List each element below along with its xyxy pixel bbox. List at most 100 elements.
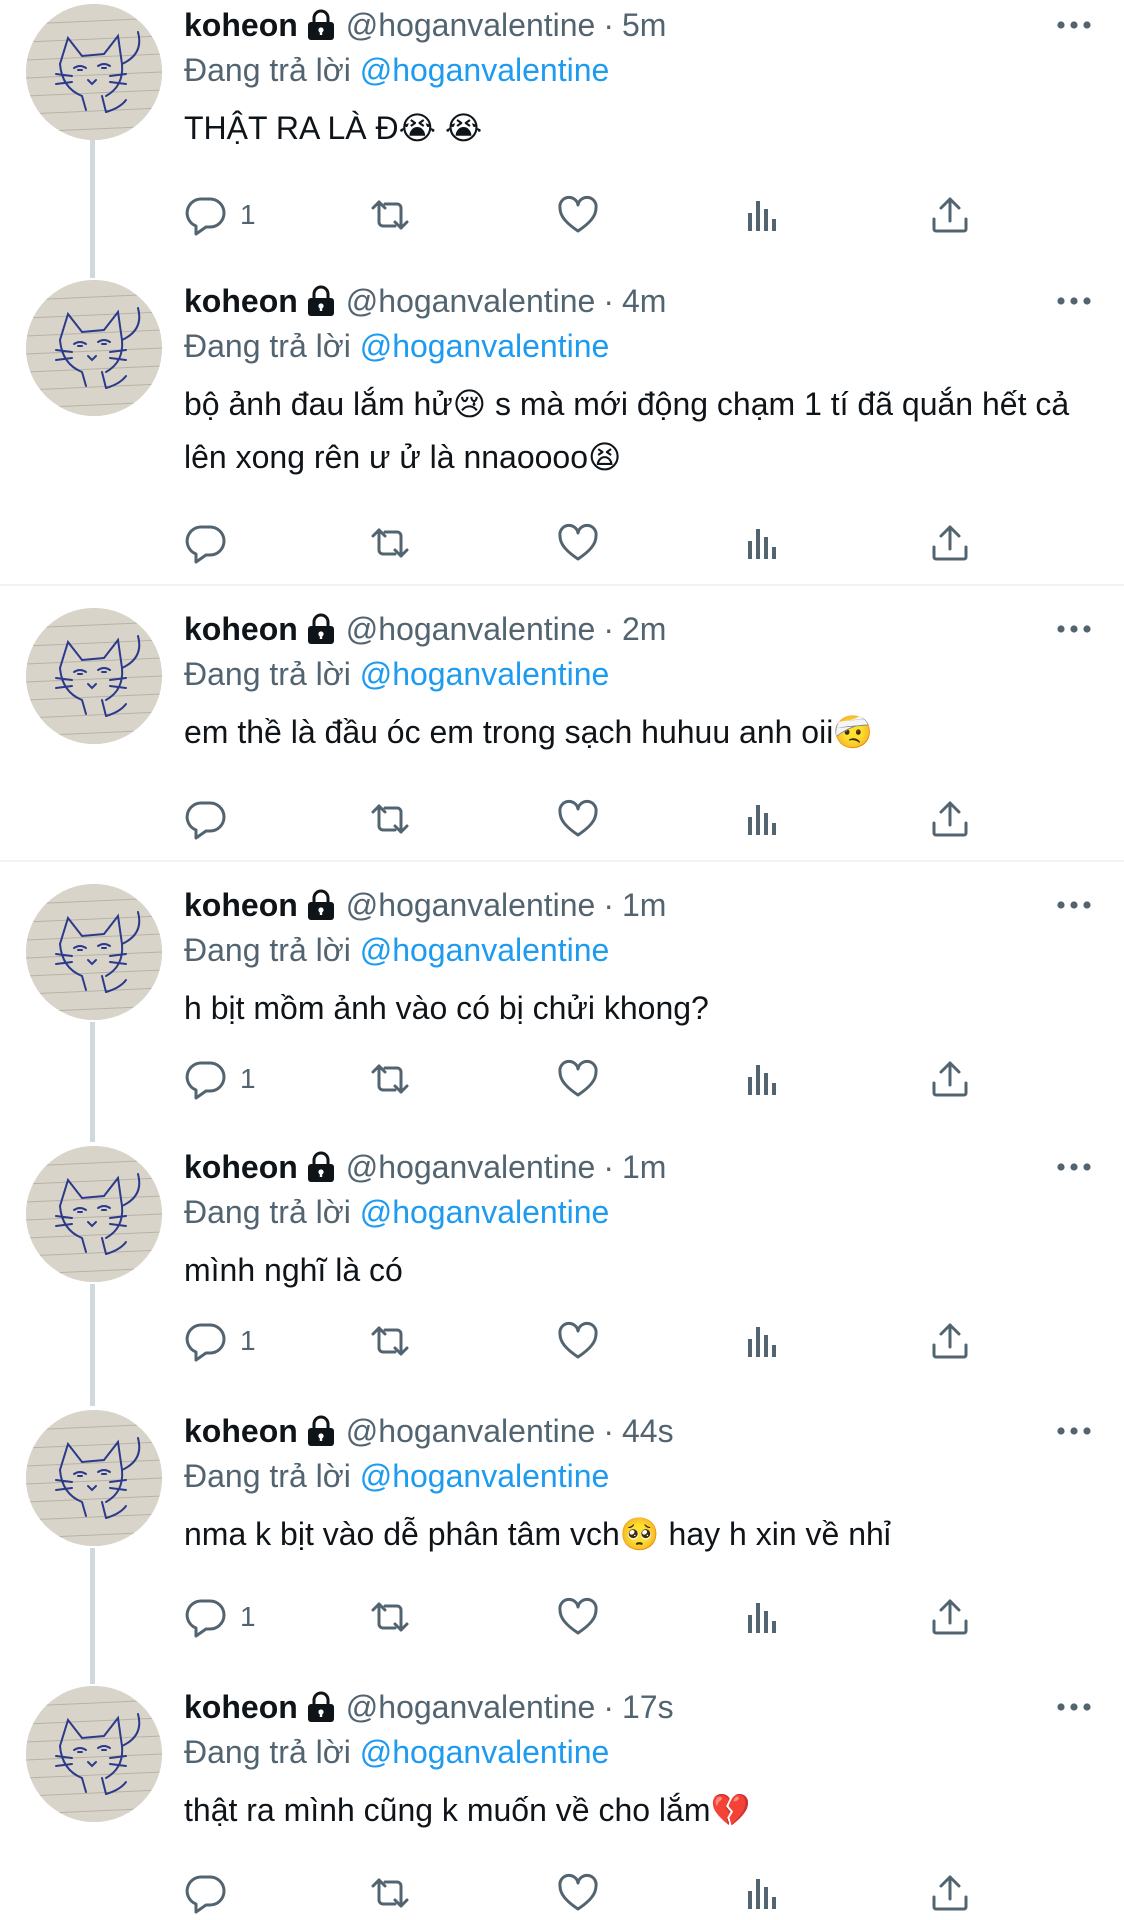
share-icon xyxy=(928,1871,972,1915)
reply-button[interactable]: 1 xyxy=(184,1592,256,1642)
author-name[interactable]: koheon xyxy=(184,1149,298,1186)
retweet-button[interactable] xyxy=(368,1316,412,1366)
reply-button[interactable] xyxy=(184,794,240,844)
reply-mention-link[interactable]: @hoganvalentine xyxy=(360,656,610,692)
avatar[interactable] xyxy=(26,4,162,140)
author-handle[interactable]: @hoganvalentine xyxy=(346,1689,596,1726)
retweet-icon xyxy=(368,1595,412,1639)
retweet-button[interactable] xyxy=(368,518,412,568)
retweet-button[interactable] xyxy=(368,190,412,240)
author-name[interactable]: koheon xyxy=(184,1689,298,1726)
cat-doodle-avatar-icon xyxy=(26,280,162,416)
separator-dot: · xyxy=(603,1412,614,1449)
like-button[interactable] xyxy=(556,190,600,240)
reply-button[interactable]: 1 xyxy=(184,190,256,240)
more-icon[interactable] xyxy=(1054,1692,1094,1722)
more-icon[interactable] xyxy=(1054,890,1094,920)
views-button[interactable] xyxy=(742,518,786,568)
tweet-header: koheon @hoganvalentine · 2m xyxy=(184,606,1094,652)
reply-mention-link[interactable]: @hoganvalentine xyxy=(360,1458,610,1494)
tweet-time[interactable]: 1m xyxy=(622,1149,666,1186)
reply-button[interactable]: 1 xyxy=(184,1054,256,1104)
share-button[interactable] xyxy=(928,518,972,568)
reply-mention-link[interactable]: @hoganvalentine xyxy=(360,1194,610,1230)
avatar[interactable] xyxy=(26,884,162,1020)
tweet-time[interactable]: 17s xyxy=(622,1689,674,1726)
views-button[interactable] xyxy=(742,1592,786,1642)
reply-button[interactable] xyxy=(184,1868,240,1918)
separator-dot: · xyxy=(603,886,614,923)
lock-icon xyxy=(306,1151,336,1183)
cat-doodle-avatar-icon xyxy=(26,608,162,744)
share-button[interactable] xyxy=(928,1054,972,1104)
reply-mention-link[interactable]: @hoganvalentine xyxy=(360,1734,610,1770)
views-button[interactable] xyxy=(742,1054,786,1104)
views-button[interactable] xyxy=(742,794,786,844)
retweet-icon xyxy=(368,1871,412,1915)
author-handle[interactable]: @hoganvalentine xyxy=(346,1149,596,1186)
share-icon xyxy=(928,1595,972,1639)
views-button[interactable] xyxy=(742,190,786,240)
more-icon[interactable] xyxy=(1054,286,1094,316)
author-handle[interactable]: @hoganvalentine xyxy=(346,283,596,320)
like-button[interactable] xyxy=(556,1868,600,1918)
reply-mention-link[interactable]: @hoganvalentine xyxy=(360,328,610,364)
author-name[interactable]: koheon xyxy=(184,1413,298,1450)
avatar[interactable] xyxy=(26,280,162,416)
avatar[interactable] xyxy=(26,1410,162,1546)
tweet-time[interactable]: 2m xyxy=(622,611,666,648)
more-icon[interactable] xyxy=(1054,1152,1094,1182)
more-icon[interactable] xyxy=(1054,614,1094,644)
author-handle[interactable]: @hoganvalentine xyxy=(346,1413,596,1450)
share-button[interactable] xyxy=(928,1316,972,1366)
tweet-actions: 1 xyxy=(184,1592,984,1642)
like-button[interactable] xyxy=(556,1316,600,1366)
avatar[interactable] xyxy=(26,1146,162,1282)
tweet-time[interactable]: 44s xyxy=(622,1413,674,1450)
reply-mention-link[interactable]: @hoganvalentine xyxy=(360,932,610,968)
tweet-header: koheon @hoganvalentine · 44s xyxy=(184,1408,1094,1454)
tweet-divider xyxy=(0,860,1124,862)
more-icon[interactable] xyxy=(1054,1416,1094,1446)
tweet-time[interactable]: 1m xyxy=(622,887,666,924)
author-handle[interactable]: @hoganvalentine xyxy=(346,611,596,648)
views-button[interactable] xyxy=(742,1868,786,1918)
retweet-icon xyxy=(368,797,412,841)
views-icon xyxy=(742,797,786,841)
author-name[interactable]: koheon xyxy=(184,283,298,320)
retweet-button[interactable] xyxy=(368,1054,412,1104)
like-button[interactable] xyxy=(556,518,600,568)
author-handle[interactable]: @hoganvalentine xyxy=(346,7,596,44)
reply-button[interactable] xyxy=(184,518,240,568)
share-button[interactable] xyxy=(928,1868,972,1918)
author-name[interactable]: koheon xyxy=(184,7,298,44)
tweet-time[interactable]: 5m xyxy=(622,7,666,44)
author-handle[interactable]: @hoganvalentine xyxy=(346,887,596,924)
avatar[interactable] xyxy=(26,608,162,744)
like-button[interactable] xyxy=(556,1054,600,1104)
share-icon xyxy=(928,521,972,565)
share-button[interactable] xyxy=(928,190,972,240)
tweet-header: koheon @hoganvalentine · 5m xyxy=(184,2,1094,48)
tweet-actions xyxy=(184,794,984,844)
more-icon[interactable] xyxy=(1054,10,1094,40)
tweet-text: THẬT RA LÀ Đ😭 😭 xyxy=(184,110,483,146)
avatar[interactable] xyxy=(26,1686,162,1822)
tweet-text: nma k bịt vào dễ phân tâm vch🥺 hay h xin… xyxy=(184,1516,891,1552)
retweet-button[interactable] xyxy=(368,1868,412,1918)
author-name[interactable]: koheon xyxy=(184,887,298,924)
share-button[interactable] xyxy=(928,794,972,844)
retweet-button[interactable] xyxy=(368,1592,412,1642)
retweet-button[interactable] xyxy=(368,794,412,844)
views-button[interactable] xyxy=(742,1316,786,1366)
tweet-time[interactable]: 4m xyxy=(622,283,666,320)
replying-to: Đang trả lời @hoganvalentine xyxy=(184,48,1094,92)
reply-mention-link[interactable]: @hoganvalentine xyxy=(360,52,610,88)
reply-button[interactable]: 1 xyxy=(184,1316,256,1366)
author-name[interactable]: koheon xyxy=(184,611,298,648)
like-button[interactable] xyxy=(556,794,600,844)
share-button[interactable] xyxy=(928,1592,972,1642)
like-button[interactable] xyxy=(556,1592,600,1642)
thread-line xyxy=(90,1548,95,1684)
replying-to-label: Đang trả lời xyxy=(184,656,351,692)
